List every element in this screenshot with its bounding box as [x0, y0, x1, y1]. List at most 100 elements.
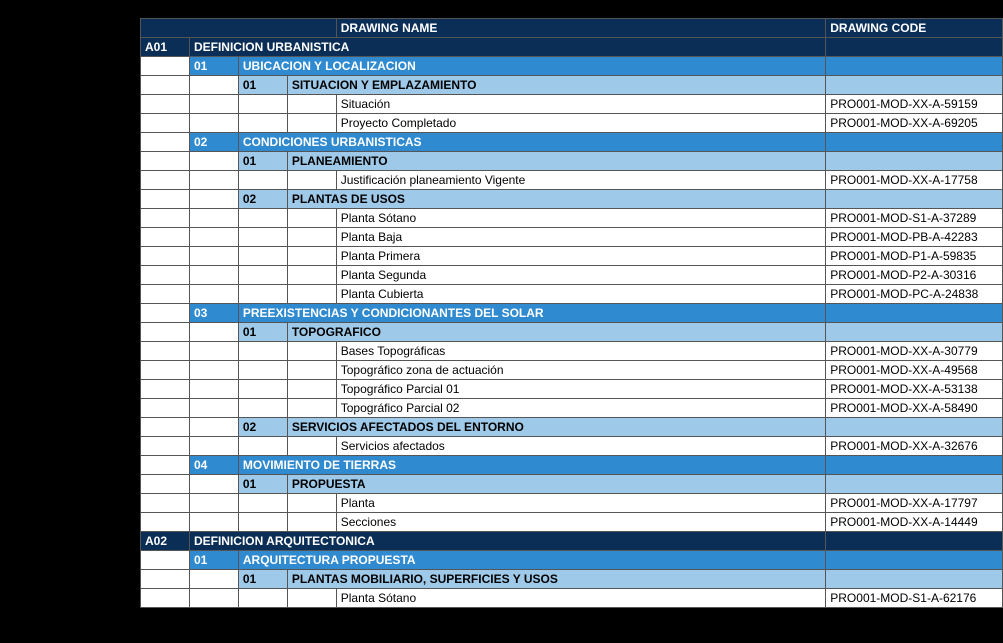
lvl2-title: PLANEAMIENTO — [287, 152, 825, 171]
lvl0-title: DEFINICION ARQUITECTONICA — [189, 532, 825, 551]
drawing-name: Justificación planeamiento Vigente — [336, 171, 826, 190]
drawing-name: Planta Cubierta — [336, 285, 826, 304]
blank-c1 — [189, 361, 238, 380]
blank-c3 — [287, 171, 336, 190]
drawing-name: Topográfico Parcial 01 — [336, 380, 826, 399]
lvl2-code-blank — [826, 76, 1003, 95]
blank-c0 — [141, 456, 190, 475]
blank-c3 — [287, 361, 336, 380]
lvl2-title: PLANTAS MOBILIARIO, SUPERFICIES Y USOS — [287, 570, 825, 589]
blank-c1 — [189, 76, 238, 95]
blank-c0 — [141, 589, 190, 608]
lvl2-code-blank — [826, 152, 1003, 171]
blank-c0 — [141, 399, 190, 418]
blank-c0 — [141, 342, 190, 361]
blank-c2 — [238, 380, 287, 399]
lvl0-code-blank — [826, 38, 1003, 57]
row-lvl1: 01ARQUITECTURA PROPUESTA — [141, 551, 1003, 570]
blank-c3 — [287, 228, 336, 247]
row-lvl2: 01PLANTAS MOBILIARIO, SUPERFICIES Y USOS — [141, 570, 1003, 589]
drawing-code: PRO001-MOD-P1-A-59835 — [826, 247, 1003, 266]
row-lvl1: 01UBICACION Y LOCALIZACION — [141, 57, 1003, 76]
blank-c0 — [141, 418, 190, 437]
row-lvl2: 02PLANTAS DE USOS — [141, 190, 1003, 209]
lvl2-code: 02 — [238, 418, 287, 437]
lvl1-code-blank — [826, 57, 1003, 76]
blank-c2 — [238, 95, 287, 114]
blank-c2 — [238, 342, 287, 361]
lvl2-title: SERVICIOS AFECTADOS DEL ENTORNO — [287, 418, 825, 437]
lvl2-code: 02 — [238, 190, 287, 209]
lvl1-code: 02 — [189, 133, 238, 152]
blank-c1 — [189, 494, 238, 513]
lvl2-code: 01 — [238, 475, 287, 494]
blank-c0 — [141, 551, 190, 570]
drawing-name: Planta Sótano — [336, 209, 826, 228]
blank-c0 — [141, 209, 190, 228]
blank-c1 — [189, 475, 238, 494]
blank-c3 — [287, 114, 336, 133]
row-lvl1: 04MOVIMIENTO DE TIERRAS — [141, 456, 1003, 475]
blank-c2 — [238, 209, 287, 228]
blank-c0 — [141, 494, 190, 513]
blank-c2 — [238, 437, 287, 456]
drawing-code: PRO001-MOD-XX-A-58490 — [826, 399, 1003, 418]
blank-c3 — [287, 247, 336, 266]
drawing-code: PRO001-MOD-S1-A-37289 — [826, 209, 1003, 228]
lvl0-title: DEFINICION URBANISTICA — [189, 38, 825, 57]
blank-c3 — [287, 95, 336, 114]
blank-c0 — [141, 133, 190, 152]
blank-c0 — [141, 437, 190, 456]
drawing-name: Topográfico zona de actuación — [336, 361, 826, 380]
blank-c3 — [287, 342, 336, 361]
drawing-name: Planta — [336, 494, 826, 513]
lvl1-code: 01 — [189, 57, 238, 76]
row-lvl1: 02CONDICIONES URBANISTICAS — [141, 133, 1003, 152]
drawing-code: PRO001-MOD-XX-A-53138 — [826, 380, 1003, 399]
row-leaf: Planta SótanoPRO001-MOD-S1-A-37289 — [141, 209, 1003, 228]
lvl2-code: 01 — [238, 152, 287, 171]
lvl2-code: 01 — [238, 570, 287, 589]
blank-c2 — [238, 266, 287, 285]
lvl0-code: A02 — [141, 532, 190, 551]
blank-c2 — [238, 228, 287, 247]
blank-c2 — [238, 513, 287, 532]
drawing-code: PRO001-MOD-XX-A-30779 — [826, 342, 1003, 361]
blank-c1 — [189, 114, 238, 133]
row-leaf: Planta CubiertaPRO001-MOD-PC-A-24838 — [141, 285, 1003, 304]
row-leaf: Proyecto CompletadoPRO001-MOD-XX-A-69205 — [141, 114, 1003, 133]
lvl1-code-blank — [826, 551, 1003, 570]
blank-c1 — [189, 323, 238, 342]
lvl1-code: 04 — [189, 456, 238, 475]
lvl1-code-blank — [826, 133, 1003, 152]
blank-c0 — [141, 285, 190, 304]
row-leaf: Servicios afectadosPRO001-MOD-XX-A-32676 — [141, 437, 1003, 456]
row-lvl2: 01PLANEAMIENTO — [141, 152, 1003, 171]
drawing-name: Planta Sótano — [336, 589, 826, 608]
lvl2-title: SITUACION Y EMPLAZAMIENTO — [287, 76, 825, 95]
row-leaf: Planta BajaPRO001-MOD-PB-A-42283 — [141, 228, 1003, 247]
lvl2-code: 01 — [238, 76, 287, 95]
blank-c1 — [189, 152, 238, 171]
row-leaf: SituaciónPRO001-MOD-XX-A-59159 — [141, 95, 1003, 114]
blank-c1 — [189, 190, 238, 209]
blank-c1 — [189, 171, 238, 190]
row-leaf: Bases TopográficasPRO001-MOD-XX-A-30779 — [141, 342, 1003, 361]
drawing-code: PRO001-MOD-S1-A-62176 — [826, 589, 1003, 608]
blank-c2 — [238, 247, 287, 266]
drawing-name: Proyecto Completado — [336, 114, 826, 133]
blank-c1 — [189, 342, 238, 361]
drawing-code: PRO001-MOD-XX-A-69205 — [826, 114, 1003, 133]
row-lvl0: A01DEFINICION URBANISTICA — [141, 38, 1003, 57]
row-leaf: Topográfico zona de actuaciónPRO001-MOD-… — [141, 361, 1003, 380]
blank-c1 — [189, 209, 238, 228]
drawing-code: PRO001-MOD-XX-A-17758 — [826, 171, 1003, 190]
lvl1-title: PREEXISTENCIAS Y CONDICIONANTES DEL SOLA… — [238, 304, 825, 323]
blank-c1 — [189, 95, 238, 114]
blank-c3 — [287, 266, 336, 285]
drawing-code: PRO001-MOD-XX-A-14449 — [826, 513, 1003, 532]
lvl1-code: 03 — [189, 304, 238, 323]
row-lvl1: 03PREEXISTENCIAS Y CONDICIONANTES DEL SO… — [141, 304, 1003, 323]
blank-c1 — [189, 437, 238, 456]
row-lvl2: 01PROPUESTA — [141, 475, 1003, 494]
